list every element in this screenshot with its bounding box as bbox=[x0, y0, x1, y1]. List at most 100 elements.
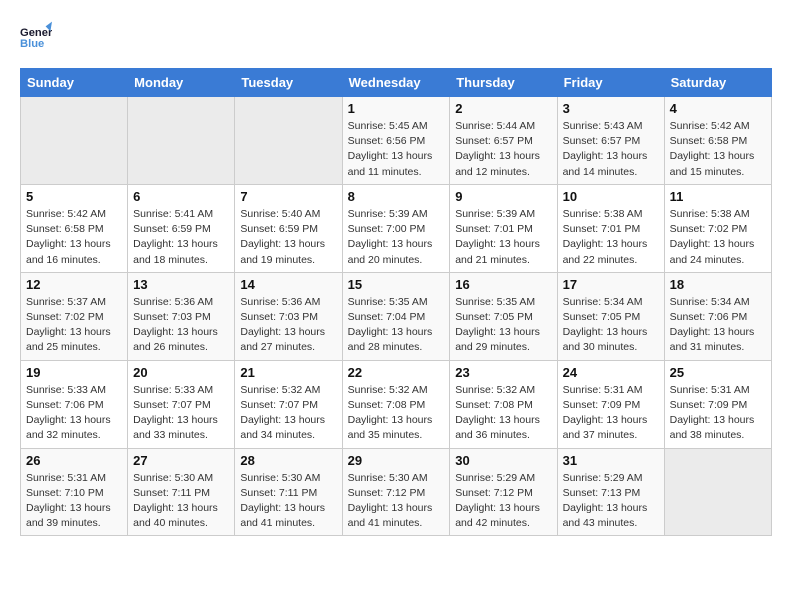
day-info: Sunrise: 5:34 AM Sunset: 7:05 PM Dayligh… bbox=[563, 295, 659, 356]
day-number: 19 bbox=[26, 365, 122, 380]
day-info: Sunrise: 5:35 AM Sunset: 7:04 PM Dayligh… bbox=[348, 295, 445, 356]
week-row-4: 19 Sunrise: 5:33 AM Sunset: 7:06 PM Dayli… bbox=[21, 360, 772, 448]
day-info: Sunrise: 5:40 AM Sunset: 6:59 PM Dayligh… bbox=[240, 207, 336, 268]
calendar-cell: 30 Sunrise: 5:29 AM Sunset: 7:12 PM Dayli… bbox=[450, 448, 557, 536]
calendar-cell: 17 Sunrise: 5:34 AM Sunset: 7:05 PM Dayli… bbox=[557, 272, 664, 360]
day-number: 27 bbox=[133, 453, 229, 468]
calendar-cell: 6 Sunrise: 5:41 AM Sunset: 6:59 PM Daylig… bbox=[128, 184, 235, 272]
day-number: 1 bbox=[348, 101, 445, 116]
day-number: 21 bbox=[240, 365, 336, 380]
calendar-cell bbox=[21, 97, 128, 185]
day-info: Sunrise: 5:39 AM Sunset: 7:01 PM Dayligh… bbox=[455, 207, 551, 268]
week-row-2: 5 Sunrise: 5:42 AM Sunset: 6:58 PM Daylig… bbox=[21, 184, 772, 272]
calendar-cell: 29Sunrise: 5:30 AM Sunset: 7:12 PM Dayli… bbox=[342, 448, 450, 536]
day-info: Sunrise: 5:32 AM Sunset: 7:08 PM Dayligh… bbox=[348, 383, 445, 444]
day-number: 8 bbox=[348, 189, 445, 204]
day-number: 5 bbox=[26, 189, 122, 204]
day-number: 12 bbox=[26, 277, 122, 292]
day-info: Sunrise: 5:30 AM Sunset: 7:11 PM Dayligh… bbox=[133, 471, 229, 532]
header-day-monday: Monday bbox=[128, 69, 235, 97]
calendar-cell: 9 Sunrise: 5:39 AM Sunset: 7:01 PM Daylig… bbox=[450, 184, 557, 272]
day-number: 25 bbox=[670, 365, 766, 380]
day-info: Sunrise: 5:33 AM Sunset: 7:07 PM Dayligh… bbox=[133, 383, 229, 444]
day-info: Sunrise: 5:31 AM Sunset: 7:09 PM Dayligh… bbox=[670, 383, 766, 444]
header-day-sunday: Sunday bbox=[21, 69, 128, 97]
day-number: 22 bbox=[348, 365, 445, 380]
calendar-cell: 16Sunrise: 5:35 AM Sunset: 7:05 PM Dayli… bbox=[450, 272, 557, 360]
day-number: 18 bbox=[670, 277, 766, 292]
day-number: 11 bbox=[670, 189, 766, 204]
day-info: Sunrise: 5:31 AM Sunset: 7:09 PM Dayligh… bbox=[563, 383, 659, 444]
calendar-cell bbox=[235, 97, 342, 185]
day-info: Sunrise: 5:31 AM Sunset: 7:10 PM Dayligh… bbox=[26, 471, 122, 532]
day-number: 3 bbox=[563, 101, 659, 116]
calendar-cell: 22 Sunrise: 5:32 AM Sunset: 7:08 PM Dayli… bbox=[342, 360, 450, 448]
day-info: Sunrise: 5:42 AM Sunset: 6:58 PM Dayligh… bbox=[26, 207, 122, 268]
calendar-cell: 23Sunrise: 5:32 AM Sunset: 7:08 PM Dayli… bbox=[450, 360, 557, 448]
calendar-cell: 26 Sunrise: 5:31 AM Sunset: 7:10 PM Dayli… bbox=[21, 448, 128, 536]
day-info: Sunrise: 5:41 AM Sunset: 6:59 PM Dayligh… bbox=[133, 207, 229, 268]
day-info: Sunrise: 5:42 AM Sunset: 6:58 PM Dayligh… bbox=[670, 119, 766, 180]
day-info: Sunrise: 5:30 AM Sunset: 7:11 PM Dayligh… bbox=[240, 471, 336, 532]
day-info: Sunrise: 5:39 AM Sunset: 7:00 PM Dayligh… bbox=[348, 207, 445, 268]
day-info: Sunrise: 5:45 AM Sunset: 6:56 PM Dayligh… bbox=[348, 119, 445, 180]
calendar-cell: 2 Sunrise: 5:44 AM Sunset: 6:57 PM Daylig… bbox=[450, 97, 557, 185]
day-info: Sunrise: 5:34 AM Sunset: 7:06 PM Dayligh… bbox=[670, 295, 766, 356]
calendar-cell: 4Sunrise: 5:42 AM Sunset: 6:58 PM Daylig… bbox=[664, 97, 771, 185]
day-info: Sunrise: 5:29 AM Sunset: 7:12 PM Dayligh… bbox=[455, 471, 551, 532]
week-row-5: 26 Sunrise: 5:31 AM Sunset: 7:10 PM Dayli… bbox=[21, 448, 772, 536]
day-info: Sunrise: 5:30 AM Sunset: 7:12 PM Dayligh… bbox=[348, 471, 445, 532]
calendar-cell: 10Sunrise: 5:38 AM Sunset: 7:01 PM Dayli… bbox=[557, 184, 664, 272]
calendar-header-row: SundayMondayTuesdayWednesdayThursdayFrid… bbox=[21, 69, 772, 97]
day-number: 13 bbox=[133, 277, 229, 292]
day-info: Sunrise: 5:37 AM Sunset: 7:02 PM Dayligh… bbox=[26, 295, 122, 356]
calendar-cell: 3 Sunrise: 5:43 AM Sunset: 6:57 PM Daylig… bbox=[557, 97, 664, 185]
day-number: 30 bbox=[455, 453, 551, 468]
day-number: 15 bbox=[348, 277, 445, 292]
calendar-cell: 21Sunrise: 5:32 AM Sunset: 7:07 PM Dayli… bbox=[235, 360, 342, 448]
day-number: 31 bbox=[563, 453, 659, 468]
day-number: 14 bbox=[240, 277, 336, 292]
day-number: 10 bbox=[563, 189, 659, 204]
calendar-cell: 20 Sunrise: 5:33 AM Sunset: 7:07 PM Dayli… bbox=[128, 360, 235, 448]
header-day-thursday: Thursday bbox=[450, 69, 557, 97]
day-info: Sunrise: 5:36 AM Sunset: 7:03 PM Dayligh… bbox=[133, 295, 229, 356]
calendar-table: SundayMondayTuesdayWednesdayThursdayFrid… bbox=[20, 68, 772, 536]
svg-text:Blue: Blue bbox=[20, 38, 44, 50]
calendar-cell: 24 Sunrise: 5:31 AM Sunset: 7:09 PM Dayli… bbox=[557, 360, 664, 448]
day-number: 20 bbox=[133, 365, 229, 380]
header-day-friday: Friday bbox=[557, 69, 664, 97]
header-day-saturday: Saturday bbox=[664, 69, 771, 97]
header-day-wednesday: Wednesday bbox=[342, 69, 450, 97]
day-number: 7 bbox=[240, 189, 336, 204]
logo-icon: General Blue bbox=[20, 20, 52, 52]
day-info: Sunrise: 5:35 AM Sunset: 7:05 PM Dayligh… bbox=[455, 295, 551, 356]
calendar-cell: 14Sunrise: 5:36 AM Sunset: 7:03 PM Dayli… bbox=[235, 272, 342, 360]
day-number: 26 bbox=[26, 453, 122, 468]
day-info: Sunrise: 5:38 AM Sunset: 7:02 PM Dayligh… bbox=[670, 207, 766, 268]
calendar-cell: 1 Sunrise: 5:45 AM Sunset: 6:56 PM Daylig… bbox=[342, 97, 450, 185]
calendar-cell: 18 Sunrise: 5:34 AM Sunset: 7:06 PM Dayli… bbox=[664, 272, 771, 360]
calendar-cell: 19 Sunrise: 5:33 AM Sunset: 7:06 PM Dayli… bbox=[21, 360, 128, 448]
day-number: 9 bbox=[455, 189, 551, 204]
day-info: Sunrise: 5:33 AM Sunset: 7:06 PM Dayligh… bbox=[26, 383, 122, 444]
day-info: Sunrise: 5:32 AM Sunset: 7:08 PM Dayligh… bbox=[455, 383, 551, 444]
day-number: 2 bbox=[455, 101, 551, 116]
day-number: 24 bbox=[563, 365, 659, 380]
svg-text:General: General bbox=[20, 27, 52, 39]
calendar-cell: 12 Sunrise: 5:37 AM Sunset: 7:02 PM Dayli… bbox=[21, 272, 128, 360]
day-info: Sunrise: 5:29 AM Sunset: 7:13 PM Dayligh… bbox=[563, 471, 659, 532]
week-row-1: 1 Sunrise: 5:45 AM Sunset: 6:56 PM Daylig… bbox=[21, 97, 772, 185]
logo: General Blue bbox=[20, 20, 58, 52]
day-number: 17 bbox=[563, 277, 659, 292]
calendar-cell bbox=[128, 97, 235, 185]
day-number: 6 bbox=[133, 189, 229, 204]
day-number: 28 bbox=[240, 453, 336, 468]
calendar-cell: 15 Sunrise: 5:35 AM Sunset: 7:04 PM Dayli… bbox=[342, 272, 450, 360]
calendar-cell: 28 Sunrise: 5:30 AM Sunset: 7:11 PM Dayli… bbox=[235, 448, 342, 536]
page-header: General Blue bbox=[20, 20, 772, 52]
calendar-cell: 25 Sunrise: 5:31 AM Sunset: 7:09 PM Dayli… bbox=[664, 360, 771, 448]
day-info: Sunrise: 5:43 AM Sunset: 6:57 PM Dayligh… bbox=[563, 119, 659, 180]
day-info: Sunrise: 5:44 AM Sunset: 6:57 PM Dayligh… bbox=[455, 119, 551, 180]
calendar-cell: 11 Sunrise: 5:38 AM Sunset: 7:02 PM Dayli… bbox=[664, 184, 771, 272]
